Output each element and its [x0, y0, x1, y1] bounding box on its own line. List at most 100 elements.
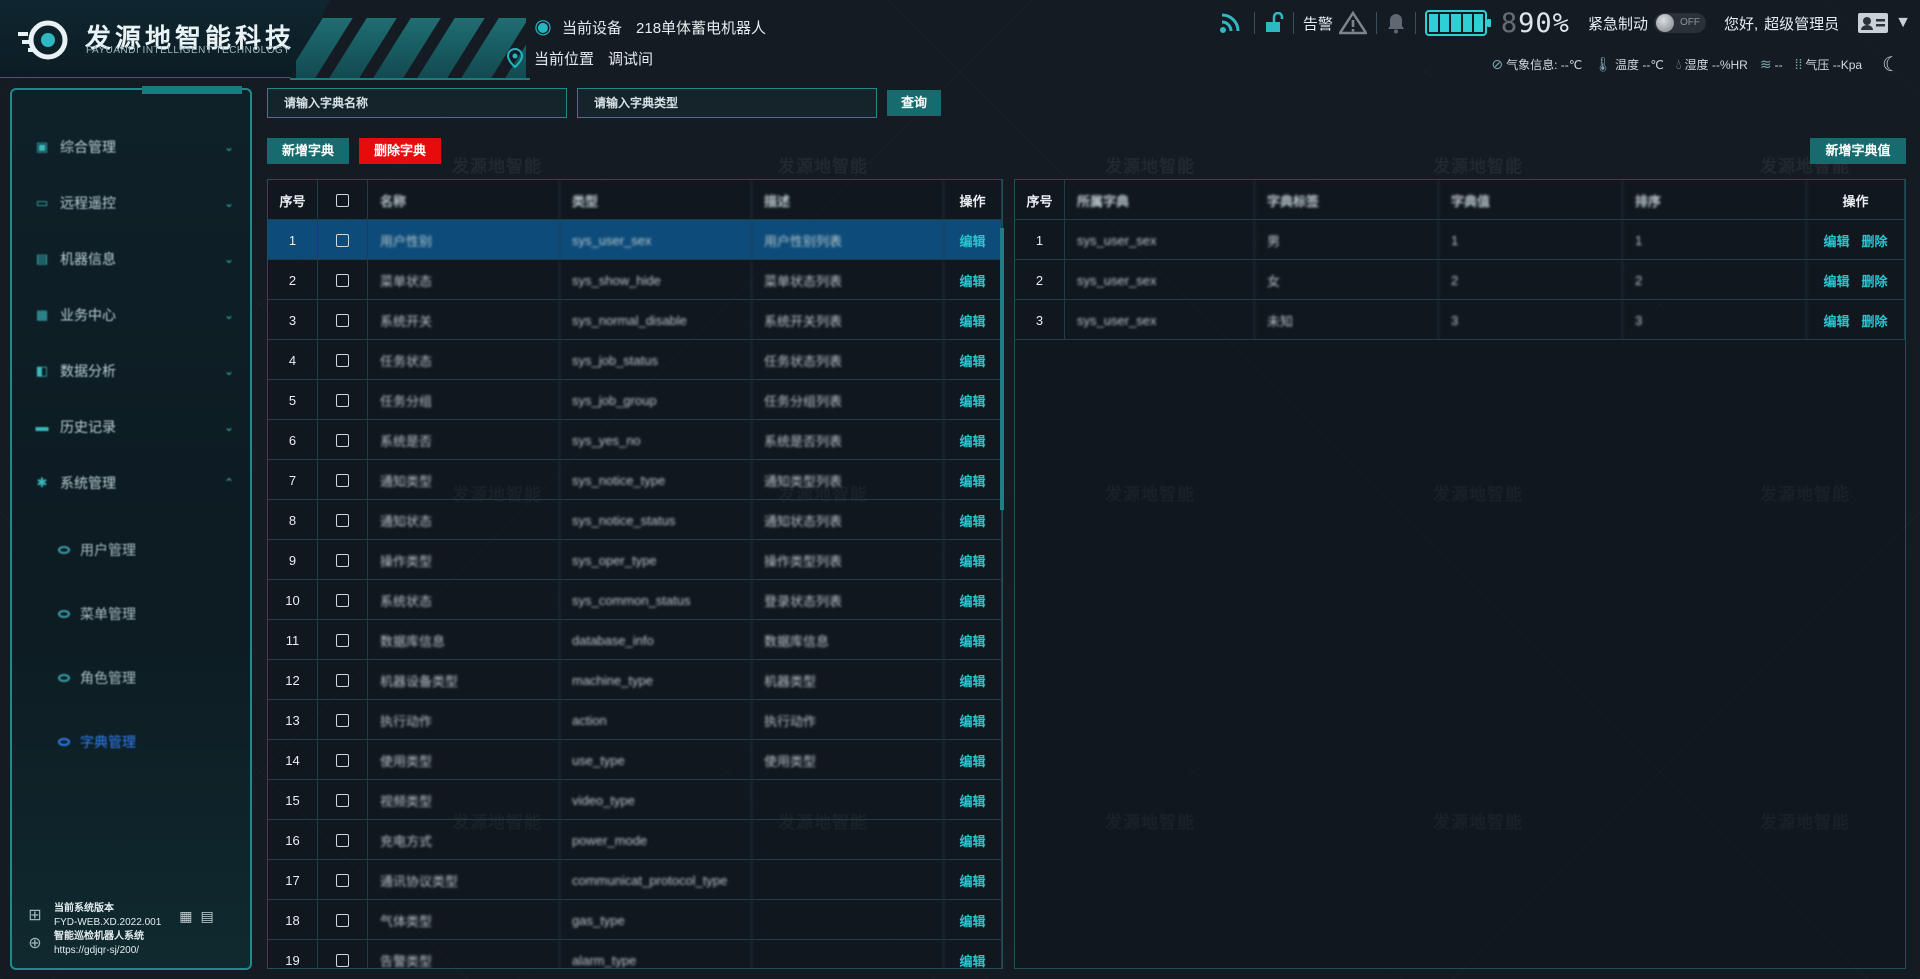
sidebar-item-machine-info[interactable]: ▤ 机器信息 ⌄: [34, 247, 234, 271]
row-select[interactable]: [318, 620, 368, 660]
row-select[interactable]: [318, 740, 368, 780]
edit-button[interactable]: 编辑: [959, 871, 985, 890]
row-checkbox[interactable]: [336, 753, 349, 767]
table-scrollbar[interactable]: [1000, 228, 1004, 510]
table-row[interactable]: 10 系统状态 sys_common_status 登录状态列表 编辑: [268, 580, 1002, 620]
edit-button[interactable]: 编辑: [959, 951, 985, 969]
table-row[interactable]: 13 执行动作 action 执行动作 编辑: [268, 700, 1002, 740]
edit-button[interactable]: 编辑: [959, 391, 985, 410]
add-dict-button[interactable]: 新增字典: [267, 138, 349, 164]
row-checkbox[interactable]: [336, 873, 349, 887]
table-row[interactable]: 8 通知状态 sys_notice_status 通知状态列表 编辑: [268, 500, 1002, 540]
edit-button[interactable]: 编辑: [959, 351, 985, 370]
header-select-all[interactable]: [318, 180, 368, 220]
edit-button[interactable]: 编辑: [959, 791, 985, 810]
row-select[interactable]: [318, 860, 368, 900]
row-checkbox[interactable]: [336, 273, 349, 287]
row-checkbox[interactable]: [336, 513, 349, 527]
edit-button[interactable]: 编辑: [1823, 311, 1849, 330]
edit-button[interactable]: 编辑: [959, 551, 985, 570]
row-select[interactable]: [318, 660, 368, 700]
row-checkbox[interactable]: [336, 393, 349, 407]
edit-button[interactable]: 编辑: [959, 311, 985, 330]
table-row[interactable]: 9 操作类型 sys_oper_type 操作类型列表 编辑: [268, 540, 1002, 580]
edit-button[interactable]: 编辑: [959, 591, 985, 610]
row-checkbox[interactable]: [336, 353, 349, 367]
alarm-indicator[interactable]: 告警: [1294, 11, 1376, 35]
row-select[interactable]: [318, 500, 368, 540]
row-select[interactable]: [318, 700, 368, 740]
row-select[interactable]: [318, 540, 368, 580]
row-checkbox[interactable]: [336, 833, 349, 847]
row-select[interactable]: [318, 260, 368, 300]
edit-button[interactable]: 编辑: [959, 231, 985, 250]
row-checkbox[interactable]: [336, 313, 349, 327]
row-checkbox[interactable]: [336, 633, 349, 647]
sidebar-item-remote[interactable]: ▭ 远程遥控 ⌄: [34, 191, 234, 215]
table-row[interactable]: 12 机器设备类型 machine_type 机器类型 编辑: [268, 660, 1002, 700]
user-menu-button[interactable]: ▼: [1848, 11, 1920, 35]
row-select[interactable]: [318, 780, 368, 820]
edit-button[interactable]: 编辑: [959, 271, 985, 290]
table-row[interactable]: 1 用户性别 sys_user_sex 用户性别列表 编辑: [268, 220, 1002, 260]
row-select[interactable]: [318, 220, 368, 260]
notification-button[interactable]: [1377, 12, 1415, 34]
document-icon[interactable]: ▤: [201, 909, 214, 923]
delete-button[interactable]: 删除: [1862, 271, 1888, 290]
table-row[interactable]: 15 视频类型 video_type 编辑: [268, 780, 1002, 820]
row-select[interactable]: [318, 340, 368, 380]
sidebar-item-system[interactable]: ✱ 系统管理 ⌃: [34, 471, 234, 495]
grid-icon[interactable]: ▦: [179, 909, 192, 923]
row-checkbox[interactable]: [336, 433, 349, 447]
row-checkbox[interactable]: [336, 553, 349, 567]
sidebar-item-analysis[interactable]: ◧ 数据分析 ⌄: [34, 359, 234, 383]
row-select[interactable]: [318, 940, 368, 968]
row-select[interactable]: [318, 580, 368, 620]
table-row[interactable]: 16 充电方式 power_mode 编辑: [268, 820, 1002, 860]
sidebar-subitem-users[interactable]: 用户管理: [58, 539, 136, 561]
row-select[interactable]: [318, 460, 368, 500]
table-row[interactable]: 1 sys_user_sex 男 1 1 编辑 删除: [1015, 220, 1905, 260]
table-row[interactable]: 2 sys_user_sex 女 2 2 编辑 删除: [1015, 260, 1905, 300]
table-row[interactable]: 2 菜单状态 sys_show_hide 菜单状态列表 编辑: [268, 260, 1002, 300]
moon-icon[interactable]: ☾: [1882, 52, 1900, 77]
row-select[interactable]: [318, 380, 368, 420]
row-checkbox[interactable]: [336, 673, 349, 687]
table-row[interactable]: 5 任务分组 sys_job_group 任务分组列表 编辑: [268, 380, 1002, 420]
table-row[interactable]: 6 系统是否 sys_yes_no 系统是否列表 编辑: [268, 420, 1002, 460]
row-checkbox[interactable]: [336, 233, 349, 247]
edit-button[interactable]: 编辑: [959, 431, 985, 450]
delete-dict-button[interactable]: 删除字典: [359, 138, 441, 164]
row-select[interactable]: [318, 820, 368, 860]
table-row[interactable]: 4 任务状态 sys_job_status 任务状态列表 编辑: [268, 340, 1002, 380]
emergency-toggle[interactable]: OFF: [1653, 13, 1706, 33]
edit-button[interactable]: 编辑: [959, 751, 985, 770]
query-button[interactable]: 查询: [887, 90, 941, 116]
edit-button[interactable]: 编辑: [959, 631, 985, 650]
table-row[interactable]: 7 通知类型 sys_notice_type 通知类型列表 编辑: [268, 460, 1002, 500]
sidebar-item-general[interactable]: ▣ 综合管理 ⌄: [34, 135, 234, 159]
edit-button[interactable]: 编辑: [959, 471, 985, 490]
row-select[interactable]: [318, 900, 368, 940]
table-row[interactable]: 3 系统开关 sys_normal_disable 系统开关列表 编辑: [268, 300, 1002, 340]
add-dict-value-button[interactable]: 新增字典值: [1810, 138, 1906, 164]
delete-button[interactable]: 删除: [1862, 231, 1888, 250]
edit-button[interactable]: 编辑: [1823, 271, 1849, 290]
dict-name-input[interactable]: 请输入字典名称: [267, 88, 567, 118]
edit-button[interactable]: 编辑: [959, 831, 985, 850]
edit-button[interactable]: 编辑: [959, 511, 985, 530]
edit-button[interactable]: 编辑: [959, 671, 985, 690]
sidebar-item-business[interactable]: ▦ 业务中心 ⌄: [34, 303, 234, 327]
delete-button[interactable]: 删除: [1862, 311, 1888, 330]
table-row[interactable]: 11 数据库信息 database_info 数据库信息 编辑: [268, 620, 1002, 660]
table-row[interactable]: 3 sys_user_sex 未知 3 3 编辑 删除: [1015, 300, 1905, 340]
sidebar-subitem-menus[interactable]: 菜单管理: [58, 603, 136, 625]
sidebar-item-history[interactable]: ▬ 历史记录 ⌄: [34, 415, 235, 439]
select-all-checkbox[interactable]: [336, 193, 349, 207]
row-checkbox[interactable]: [336, 593, 349, 607]
row-checkbox[interactable]: [336, 953, 349, 967]
sidebar-subitem-dictionary[interactable]: 字典管理: [58, 731, 136, 753]
edit-button[interactable]: 编辑: [959, 911, 985, 930]
table-row[interactable]: 18 气体类型 gas_type 编辑: [268, 900, 1002, 940]
row-select[interactable]: [318, 300, 368, 340]
